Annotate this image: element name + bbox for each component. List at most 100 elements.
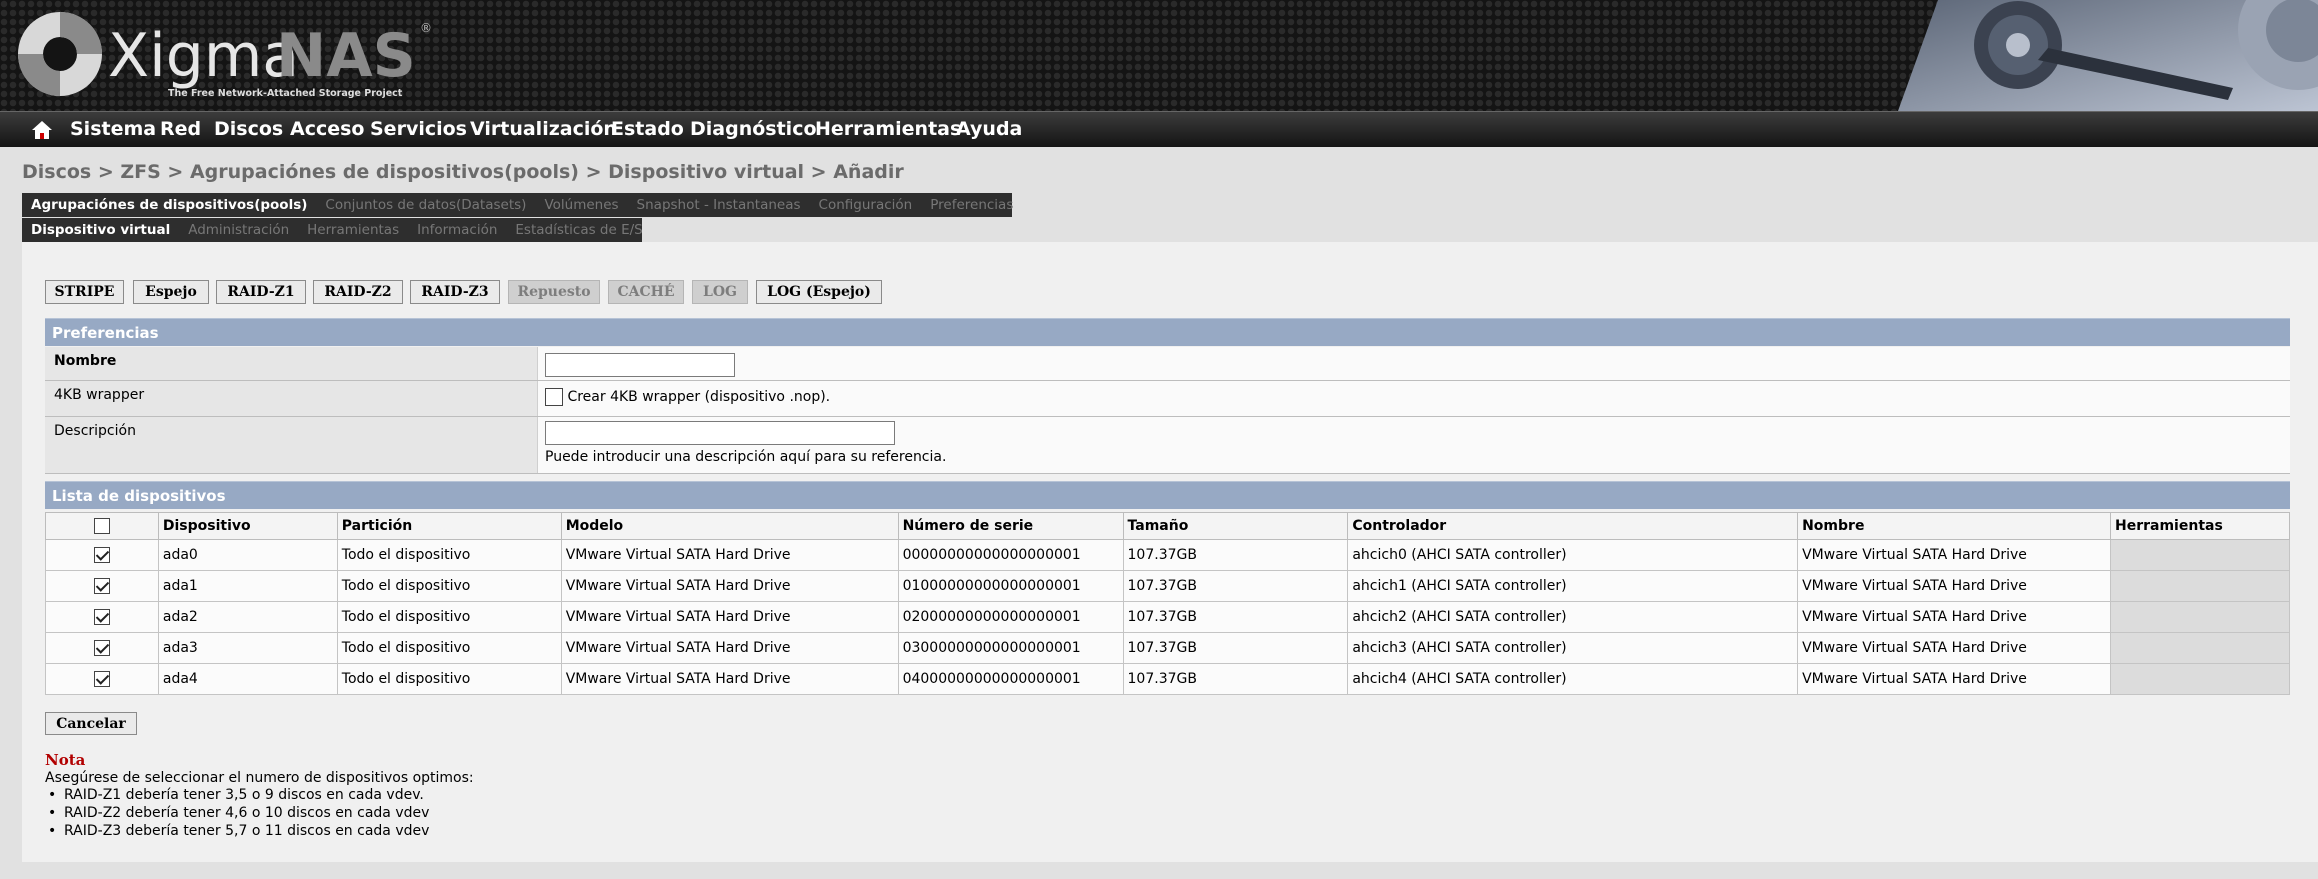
cell-device: ada0 (157, 539, 338, 571)
cell-tools (2110, 539, 2290, 571)
spare-button: Repuesto (508, 280, 600, 304)
mirror-button[interactable]: Espejo (133, 280, 209, 304)
cell-name: VMware Virtual SATA Hard Drive (1797, 663, 2111, 695)
note-title: Nota (45, 751, 86, 769)
header-banner: Xigma NAS ® The Free Network-Attached St… (0, 0, 2318, 111)
menu-estado[interactable]: Estado (611, 118, 684, 140)
menu-acceso[interactable]: Acceso (290, 118, 364, 140)
description-hint: Puede introducir una descripción aquí pa… (545, 449, 947, 465)
cancel-button[interactable]: Cancelar (45, 712, 137, 735)
stripe-button[interactable]: STRIPE (45, 280, 124, 304)
raidz1-button[interactable]: RAID-Z1 (216, 280, 306, 304)
tab-io-statistics[interactable]: Estadísticas de E/S (506, 222, 651, 238)
table-header-row: Dispositivo Partición Modelo Número de s… (45, 512, 2290, 540)
note-list: RAID-Z1 debería tener 3,5 o 9 discos en … (48, 787, 429, 841)
table-row: ada4 Todo el dispositivo VMware Virtual … (45, 663, 2290, 695)
wrapper-label: 4KB wrapper (45, 381, 538, 416)
tab-configuration[interactable]: Configuración (810, 197, 922, 213)
row-select-cell (45, 601, 159, 633)
table-row: ada3 Todo el dispositivo VMware Virtual … (45, 632, 2290, 664)
cell-controller: ahcich1 (AHCI SATA controller) (1347, 570, 1799, 602)
log-button: LOG (692, 280, 748, 304)
name-label: Nombre (45, 347, 538, 380)
menu-ayuda[interactable]: Ayuda (956, 118, 1022, 140)
col-size: Tamaño (1122, 512, 1349, 540)
tab-administration[interactable]: Administración (179, 222, 298, 238)
cell-tools (2110, 632, 2290, 664)
menu-servicios[interactable]: Servicios (370, 118, 467, 140)
cell-size: 107.37GB (1122, 663, 1349, 695)
menu-red[interactable]: Red (160, 118, 201, 140)
row-checkbox[interactable] (93, 640, 110, 656)
cell-device: ada4 (157, 663, 338, 695)
row-select-cell (45, 570, 159, 602)
cell-serial: 03000000000000000001 (897, 632, 1124, 664)
cell-size: 107.37GB (1122, 570, 1349, 602)
cell-size: 107.37GB (1122, 539, 1349, 571)
device-table: Dispositivo Partición Modelo Número de s… (45, 512, 2290, 695)
name-value-cell (538, 347, 2290, 380)
cell-size: 107.37GB (1122, 632, 1349, 664)
tab-tools[interactable]: Herramientas (298, 222, 408, 238)
menu-diagnostico[interactable]: Diagnóstico (690, 118, 817, 140)
cell-tools (2110, 601, 2290, 633)
list-item: RAID-Z2 debería tener 4,6 o 10 discos en… (48, 805, 429, 823)
cell-partition: Todo el dispositivo (336, 632, 562, 664)
menu-discos[interactable]: Discos (214, 118, 283, 140)
home-icon[interactable] (30, 119, 54, 141)
cell-tools (2110, 570, 2290, 602)
tab-information[interactable]: Información (408, 222, 506, 238)
list-item: RAID-Z1 debería tener 3,5 o 9 discos en … (48, 787, 429, 805)
tab-pools[interactable]: Agrupaciónes de dispositivos(pools) (22, 197, 316, 213)
cell-partition: Todo el dispositivo (336, 570, 562, 602)
wrapper-checkbox[interactable] (545, 388, 563, 406)
cell-model: VMware Virtual SATA Hard Drive (560, 570, 899, 602)
cell-controller: ahcich2 (AHCI SATA controller) (1347, 601, 1799, 633)
cell-model: VMware Virtual SATA Hard Drive (560, 663, 899, 695)
svg-text:Xigma: Xigma (108, 21, 299, 91)
table-row: ada0 Todo el dispositivo VMware Virtual … (45, 539, 2290, 571)
tab-datasets[interactable]: Conjuntos de datos(Datasets) (316, 197, 535, 213)
menu-virtualizacion[interactable]: Virtualización (470, 118, 617, 140)
cell-controller: ahcich0 (AHCI SATA controller) (1347, 539, 1799, 571)
tab-snapshots[interactable]: Snapshot - Instantaneas (628, 197, 810, 213)
cell-serial: 01000000000000000001 (897, 570, 1124, 602)
row-checkbox[interactable] (93, 671, 110, 687)
device-list-header: Lista de dispositivos (45, 481, 2290, 509)
cell-model: VMware Virtual SATA Hard Drive (560, 539, 899, 571)
table-row: ada2 Todo el dispositivo VMware Virtual … (45, 601, 2290, 633)
cell-size: 107.37GB (1122, 601, 1349, 633)
description-input[interactable] (545, 421, 895, 445)
cell-partition: Todo el dispositivo (336, 601, 562, 633)
preferences-header: Preferencias (45, 318, 2290, 346)
xigmanas-logo: Xigma NAS ® The Free Network-Attached St… (18, 12, 432, 99)
select-all-cell (45, 512, 159, 540)
secondary-tabs: Dispositivo virtual Administración Herra… (22, 218, 643, 242)
col-tools: Herramientas (2110, 512, 2290, 540)
col-controller: Controlador (1347, 512, 1799, 540)
menu-herramientas[interactable]: Herramientas (815, 118, 961, 140)
svg-text:NAS: NAS (276, 21, 416, 91)
cell-controller: ahcich3 (AHCI SATA controller) (1347, 632, 1799, 664)
row-checkbox[interactable] (93, 609, 110, 625)
cell-device: ada2 (157, 601, 338, 633)
col-model: Modelo (560, 512, 899, 540)
cell-controller: ahcich4 (AHCI SATA controller) (1347, 663, 1799, 695)
cell-device: ada1 (157, 570, 338, 602)
table-row: ada1 Todo el dispositivo VMware Virtual … (45, 570, 2290, 602)
tab-preferences[interactable]: Preferencias (921, 197, 1022, 213)
raidz3-button[interactable]: RAID-Z3 (410, 280, 500, 304)
row-checkbox[interactable] (93, 578, 110, 594)
row-checkbox[interactable] (93, 547, 110, 563)
raidz2-button[interactable]: RAID-Z2 (313, 280, 403, 304)
wrapper-row: 4KB wrapper Crear 4KB wrapper (dispositi… (45, 381, 2290, 417)
cell-serial: 00000000000000000001 (897, 539, 1124, 571)
tab-volumes[interactable]: Volúmenes (535, 197, 627, 213)
tab-virtual-device[interactable]: Dispositivo virtual (22, 222, 179, 238)
name-row: Nombre (45, 347, 2290, 381)
log-mirror-button[interactable]: LOG (Espejo) (756, 280, 882, 304)
select-all-checkbox[interactable] (93, 518, 110, 534)
menu-sistema[interactable]: Sistema (70, 118, 156, 140)
svg-text:®: ® (420, 21, 432, 35)
name-input[interactable] (545, 353, 735, 377)
